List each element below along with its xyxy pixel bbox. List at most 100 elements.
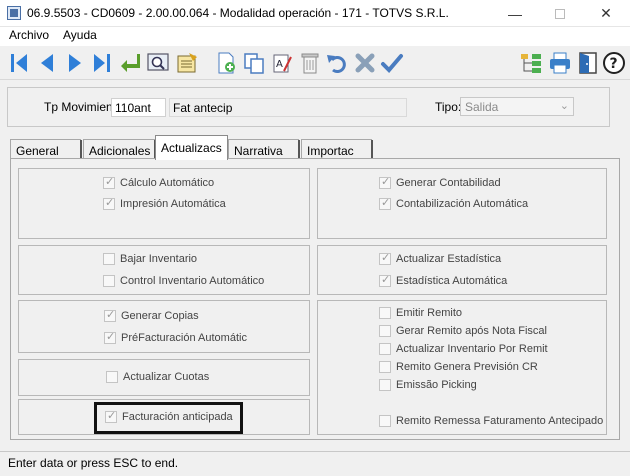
checkbox-box xyxy=(379,307,391,319)
exit-icon xyxy=(579,52,597,74)
menu-ayuda[interactable]: Ayuda xyxy=(61,28,99,42)
last-record-button[interactable] xyxy=(89,50,115,76)
checkbox-label: PréFacturación Automátic xyxy=(121,332,247,344)
checkbox-box xyxy=(379,379,391,391)
checkbox-label: Remito Genera Previsión CR xyxy=(396,361,538,373)
cancel-button[interactable] xyxy=(352,50,378,76)
svg-text:?: ? xyxy=(610,56,618,72)
list-icon xyxy=(177,53,197,73)
menu-bar: Archivo Ayuda xyxy=(0,27,630,46)
prefacturacion-checkbox[interactable]: PréFacturación Automátic xyxy=(104,330,247,344)
search-button[interactable] xyxy=(145,50,171,76)
group-copias xyxy=(18,300,310,353)
cancel-icon xyxy=(355,53,375,73)
estadistica-automatica-checkbox[interactable]: Estadística Automática xyxy=(379,273,507,287)
contabilizacion-automatica-checkbox[interactable]: Contabilización Automática xyxy=(379,196,528,210)
checkbox-box xyxy=(379,196,391,210)
tp-movimiento-desc-field: Fat antecip xyxy=(169,98,407,117)
checkbox-box xyxy=(379,361,391,373)
gerar-remito-checkbox[interactable]: Gerar Remito após Nota Fiscal xyxy=(379,325,547,337)
chevron-down-icon: ⌄ xyxy=(559,100,569,112)
checkbox-label: Generar Copias xyxy=(121,310,199,322)
first-icon xyxy=(11,54,27,72)
exit-button[interactable] xyxy=(575,50,601,76)
edit-text-icon: A xyxy=(273,54,292,73)
tipo-select-value: Salida xyxy=(465,100,499,114)
highlight-box xyxy=(94,402,243,434)
minimize-button[interactable]: — xyxy=(492,0,538,27)
status-bar: Enter data or press ESC to end. xyxy=(0,451,630,476)
checkbox-box xyxy=(106,371,118,383)
edit-text-button[interactable]: A xyxy=(269,50,295,76)
remito-remessa-checkbox[interactable]: Remito Remessa Faturamento Antecipado xyxy=(379,415,603,427)
previous-record-button[interactable] xyxy=(34,50,60,76)
confirm-button[interactable] xyxy=(379,50,405,76)
checkbox-box xyxy=(379,343,391,355)
checkbox-box xyxy=(379,325,391,337)
checkbox-label: Cálculo Automático xyxy=(120,177,215,189)
checkbox-label: Emitir Remito xyxy=(396,307,463,319)
last-icon xyxy=(94,54,110,72)
checkbox-box xyxy=(379,273,391,287)
tp-movimiento-label: Tp Movimien: xyxy=(44,100,117,114)
remito-genera-prevision-checkbox[interactable]: Remito Genera Previsión CR xyxy=(379,361,538,373)
first-record-button[interactable] xyxy=(6,50,32,76)
print-button[interactable] xyxy=(547,50,573,76)
tipo-select[interactable]: Salida ⌄ xyxy=(460,97,574,116)
generar-contabilidad-checkbox[interactable]: Generar Contabilidad xyxy=(379,175,501,189)
list-button[interactable] xyxy=(174,50,200,76)
tab-general[interactable]: General xyxy=(10,139,82,159)
menu-archivo[interactable]: Archivo xyxy=(7,28,51,42)
return-icon xyxy=(121,54,140,72)
emissao-picking-checkbox[interactable]: Emissão Picking xyxy=(379,379,477,391)
tab-adicionales[interactable]: Adicionales xyxy=(83,139,156,159)
print-icon xyxy=(550,52,570,74)
control-inventario-checkbox[interactable]: Control Inventario Automático xyxy=(103,275,264,287)
app-icon xyxy=(7,6,21,20)
return-button[interactable] xyxy=(117,50,143,76)
checkbox-box xyxy=(379,251,391,265)
previous-icon xyxy=(41,54,53,72)
checkbox-box xyxy=(104,330,116,344)
emitir-remito-checkbox[interactable]: Emitir Remito xyxy=(379,307,462,319)
title-bar: 06.9.5503 - CD0609 - 2.00.00.064 - Modal… xyxy=(0,0,630,27)
status-text: Enter data or press ESC to end. xyxy=(8,456,179,470)
minimize-icon: — xyxy=(508,5,522,22)
generar-copias-checkbox[interactable]: Generar Copias xyxy=(104,308,199,322)
tree-icon xyxy=(521,54,541,73)
checkbox-box xyxy=(103,253,115,265)
undo-icon xyxy=(327,55,346,73)
tipo-label: Tipo: xyxy=(435,100,462,114)
svg-text:A: A xyxy=(276,59,283,70)
tp-movimiento-code-field[interactable]: 110ant xyxy=(111,98,166,117)
tree-button[interactable] xyxy=(518,50,544,76)
actualizar-estadistica-checkbox[interactable]: Actualizar Estadística xyxy=(379,251,502,265)
checkbox-box xyxy=(104,308,116,322)
new-record-button[interactable] xyxy=(213,50,239,76)
checkbox-label: Bajar Inventario xyxy=(120,253,198,265)
actualizar-inventario-remito-checkbox[interactable]: Actualizar Inventario Por Remit xyxy=(379,343,548,355)
maximize-button[interactable] xyxy=(537,0,583,27)
bajar-inventario-checkbox[interactable]: Bajar Inventario xyxy=(103,253,197,265)
checkbox-label: Emissão Picking xyxy=(396,379,477,391)
help-button[interactable]: ? xyxy=(601,50,627,76)
delete-button[interactable] xyxy=(297,50,323,76)
tab-narrativa[interactable]: Narrativa xyxy=(228,139,300,159)
checkbox-box xyxy=(103,275,115,287)
maximize-icon xyxy=(555,8,565,19)
next-record-button[interactable] xyxy=(62,50,88,76)
undo-button[interactable] xyxy=(324,50,350,76)
copy-record-button[interactable] xyxy=(241,50,267,76)
checkbox-label: Generar Contabilidad xyxy=(396,177,501,189)
checkbox-box xyxy=(103,196,115,210)
tab-actualizacs[interactable]: Actualizacs xyxy=(155,135,228,160)
close-button[interactable]: ✕ xyxy=(583,0,629,27)
checkbox-label: Actualizar Estadística xyxy=(396,253,502,265)
impresion-automatica-checkbox[interactable]: Impresión Automática xyxy=(103,196,226,210)
checkbox-box xyxy=(379,175,391,189)
tab-importac[interactable]: Importac xyxy=(301,139,373,159)
checkbox-label: Actualizar Inventario Por Remit xyxy=(396,343,548,355)
toolbar: A ? xyxy=(0,46,630,80)
calculo-automatico-checkbox[interactable]: Cálculo Automático xyxy=(103,175,215,189)
actualizar-cuotas-checkbox[interactable]: Actualizar Cuotas xyxy=(106,371,209,383)
